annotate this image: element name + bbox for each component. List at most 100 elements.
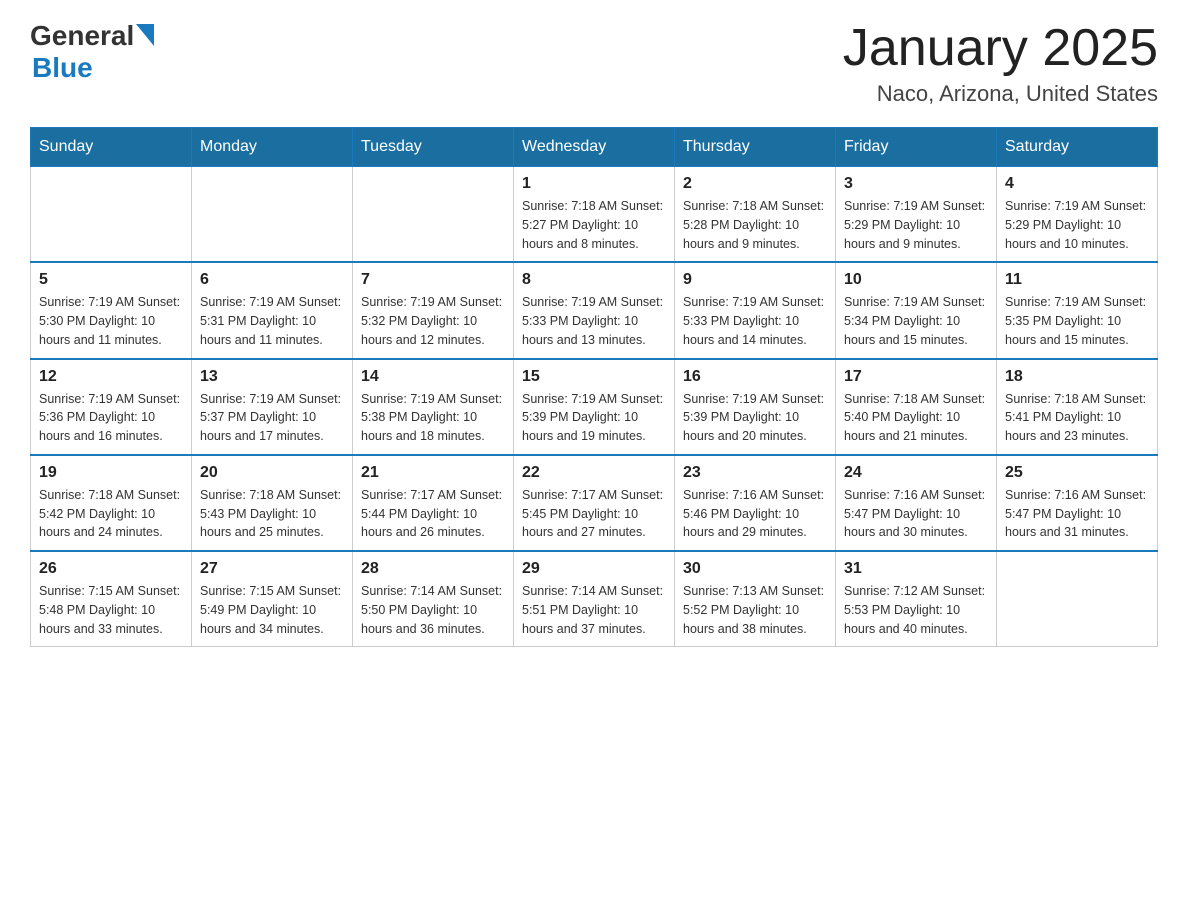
calendar-week-row: 26Sunrise: 7:15 AM Sunset: 5:48 PM Dayli…: [31, 551, 1158, 647]
day-number: 7: [361, 271, 505, 289]
day-number: 13: [200, 368, 344, 386]
day-info: Sunrise: 7:18 AM Sunset: 5:43 PM Dayligh…: [200, 486, 344, 542]
calendar-header-thursday: Thursday: [675, 128, 836, 167]
calendar-header-monday: Monday: [192, 128, 353, 167]
calendar-cell: 26Sunrise: 7:15 AM Sunset: 5:48 PM Dayli…: [31, 551, 192, 647]
day-number: 11: [1005, 271, 1149, 289]
calendar-header-sunday: Sunday: [31, 128, 192, 167]
day-info: Sunrise: 7:19 AM Sunset: 5:37 PM Dayligh…: [200, 390, 344, 446]
day-info: Sunrise: 7:16 AM Sunset: 5:47 PM Dayligh…: [1005, 486, 1149, 542]
calendar-cell: 3 Sunrise: 7:19 AM Sunset: 5:29 PM Daylig…: [836, 167, 997, 263]
calendar-cell: [997, 551, 1158, 647]
calendar-cell: 25 Sunrise: 7:16 AM Sunset: 5:47 PM Dayli…: [997, 455, 1158, 551]
day-info: Sunrise: 7:19 AM Sunset: 5:36 PM Dayligh…: [39, 390, 183, 446]
day-number: 25: [1005, 464, 1149, 482]
calendar-week-row: 1 Sunrise: 7:18 AM Sunset: 5:27 PM Daylig…: [31, 167, 1158, 263]
location-title: Naco, Arizona, United States: [843, 81, 1158, 107]
calendar-header-wednesday: Wednesday: [514, 128, 675, 167]
day-number: 20: [200, 464, 344, 482]
calendar-cell: 29 Sunrise: 7:14 AM Sunset: 5:51 PM Dayli…: [514, 551, 675, 647]
calendar-week-row: 12 Sunrise: 7:19 AM Sunset: 5:36 PM Dayli…: [31, 359, 1158, 455]
day-number: 18: [1005, 368, 1149, 386]
day-info: Sunrise: 7:19 AM Sunset: 5:39 PM Dayligh…: [683, 390, 827, 446]
calendar-cell: 27Sunrise: 7:15 AM Sunset: 5:49 PM Dayli…: [192, 551, 353, 647]
calendar-cell: 1 Sunrise: 7:18 AM Sunset: 5:27 PM Daylig…: [514, 167, 675, 263]
day-number: 12: [39, 368, 183, 386]
day-info: Sunrise: 7:18 AM Sunset: 5:28 PM Dayligh…: [683, 197, 827, 253]
calendar-cell: 19 Sunrise: 7:18 AM Sunset: 5:42 PM Dayli…: [31, 455, 192, 551]
day-number: 16: [683, 368, 827, 386]
day-number: 8: [522, 271, 666, 289]
day-info: Sunrise: 7:12 AM Sunset: 5:53 PM Dayligh…: [844, 582, 988, 638]
day-number: 27: [200, 560, 344, 578]
calendar-cell: 9 Sunrise: 7:19 AM Sunset: 5:33 PM Daylig…: [675, 262, 836, 358]
logo-general: General: [30, 20, 134, 52]
month-title: January 2025: [843, 20, 1158, 77]
day-info: Sunrise: 7:17 AM Sunset: 5:44 PM Dayligh…: [361, 486, 505, 542]
page-header: General Blue January 2025 Naco, Arizona,…: [30, 20, 1158, 107]
day-info: Sunrise: 7:16 AM Sunset: 5:47 PM Dayligh…: [844, 486, 988, 542]
calendar-cell: 15 Sunrise: 7:19 AM Sunset: 5:39 PM Dayli…: [514, 359, 675, 455]
day-number: 19: [39, 464, 183, 482]
day-number: 21: [361, 464, 505, 482]
day-number: 22: [522, 464, 666, 482]
day-info: Sunrise: 7:18 AM Sunset: 5:41 PM Dayligh…: [1005, 390, 1149, 446]
day-number: 17: [844, 368, 988, 386]
title-block: January 2025 Naco, Arizona, United State…: [843, 20, 1158, 107]
logo-triangle-icon: [136, 24, 154, 51]
day-number: 23: [683, 464, 827, 482]
calendar-week-row: 19 Sunrise: 7:18 AM Sunset: 5:42 PM Dayli…: [31, 455, 1158, 551]
day-number: 4: [1005, 175, 1149, 193]
day-number: 15: [522, 368, 666, 386]
calendar-header-tuesday: Tuesday: [353, 128, 514, 167]
calendar-cell: 2 Sunrise: 7:18 AM Sunset: 5:28 PM Daylig…: [675, 167, 836, 263]
calendar-cell: 8Sunrise: 7:19 AM Sunset: 5:33 PM Daylig…: [514, 262, 675, 358]
day-info: Sunrise: 7:18 AM Sunset: 5:42 PM Dayligh…: [39, 486, 183, 542]
calendar-cell: [353, 167, 514, 263]
calendar-table: SundayMondayTuesdayWednesdayThursdayFrid…: [30, 127, 1158, 647]
calendar-cell: [192, 167, 353, 263]
day-number: 10: [844, 271, 988, 289]
calendar-week-row: 5Sunrise: 7:19 AM Sunset: 5:30 PM Daylig…: [31, 262, 1158, 358]
day-info: Sunrise: 7:19 AM Sunset: 5:39 PM Dayligh…: [522, 390, 666, 446]
day-number: 30: [683, 560, 827, 578]
calendar-header-friday: Friday: [836, 128, 997, 167]
calendar-cell: 20 Sunrise: 7:18 AM Sunset: 5:43 PM Dayli…: [192, 455, 353, 551]
calendar-cell: 5Sunrise: 7:19 AM Sunset: 5:30 PM Daylig…: [31, 262, 192, 358]
day-number: 3: [844, 175, 988, 193]
calendar-cell: 12 Sunrise: 7:19 AM Sunset: 5:36 PM Dayli…: [31, 359, 192, 455]
calendar-header-saturday: Saturday: [997, 128, 1158, 167]
day-info: Sunrise: 7:19 AM Sunset: 5:34 PM Dayligh…: [844, 293, 988, 349]
calendar-cell: 6 Sunrise: 7:19 AM Sunset: 5:31 PM Daylig…: [192, 262, 353, 358]
day-info: Sunrise: 7:14 AM Sunset: 5:50 PM Dayligh…: [361, 582, 505, 638]
day-number: 1: [522, 175, 666, 193]
day-info: Sunrise: 7:19 AM Sunset: 5:29 PM Dayligh…: [844, 197, 988, 253]
day-info: Sunrise: 7:19 AM Sunset: 5:32 PM Dayligh…: [361, 293, 505, 349]
calendar-cell: 10 Sunrise: 7:19 AM Sunset: 5:34 PM Dayli…: [836, 262, 997, 358]
day-number: 9: [683, 271, 827, 289]
day-info: Sunrise: 7:19 AM Sunset: 5:31 PM Dayligh…: [200, 293, 344, 349]
day-number: 24: [844, 464, 988, 482]
calendar-cell: 4 Sunrise: 7:19 AM Sunset: 5:29 PM Daylig…: [997, 167, 1158, 263]
day-info: Sunrise: 7:19 AM Sunset: 5:33 PM Dayligh…: [683, 293, 827, 349]
day-number: 31: [844, 560, 988, 578]
day-info: Sunrise: 7:17 AM Sunset: 5:45 PM Dayligh…: [522, 486, 666, 542]
calendar-cell: 30Sunrise: 7:13 AM Sunset: 5:52 PM Dayli…: [675, 551, 836, 647]
day-info: Sunrise: 7:18 AM Sunset: 5:40 PM Dayligh…: [844, 390, 988, 446]
day-number: 29: [522, 560, 666, 578]
day-info: Sunrise: 7:16 AM Sunset: 5:46 PM Dayligh…: [683, 486, 827, 542]
calendar-cell: 31 Sunrise: 7:12 AM Sunset: 5:53 PM Dayli…: [836, 551, 997, 647]
day-info: Sunrise: 7:18 AM Sunset: 5:27 PM Dayligh…: [522, 197, 666, 253]
calendar-cell: 22 Sunrise: 7:17 AM Sunset: 5:45 PM Dayli…: [514, 455, 675, 551]
calendar-cell: 11Sunrise: 7:19 AM Sunset: 5:35 PM Dayli…: [997, 262, 1158, 358]
day-info: Sunrise: 7:19 AM Sunset: 5:29 PM Dayligh…: [1005, 197, 1149, 253]
day-info: Sunrise: 7:14 AM Sunset: 5:51 PM Dayligh…: [522, 582, 666, 638]
calendar-header-row: SundayMondayTuesdayWednesdayThursdayFrid…: [31, 128, 1158, 167]
calendar-cell: [31, 167, 192, 263]
calendar-cell: 18 Sunrise: 7:18 AM Sunset: 5:41 PM Dayli…: [997, 359, 1158, 455]
day-info: Sunrise: 7:19 AM Sunset: 5:38 PM Dayligh…: [361, 390, 505, 446]
day-number: 6: [200, 271, 344, 289]
calendar-cell: 13 Sunrise: 7:19 AM Sunset: 5:37 PM Dayli…: [192, 359, 353, 455]
day-number: 2: [683, 175, 827, 193]
calendar-cell: 16 Sunrise: 7:19 AM Sunset: 5:39 PM Dayli…: [675, 359, 836, 455]
